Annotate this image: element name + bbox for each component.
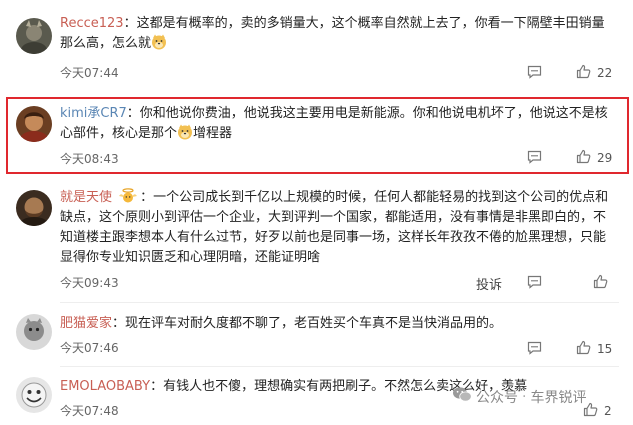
- comment-text: Recce123：这都是有概率的，卖的多销量大，这个概率自然就上去了，你看一下隔…: [60, 14, 616, 54]
- reply-button[interactable]: [527, 65, 542, 82]
- avatar[interactable]: [16, 314, 52, 350]
- comment-item: Recce123：这都是有概率的，卖的多销量大，这个概率自然就上去了，你看一下隔…: [0, 0, 633, 92]
- doge-emoji-icon: [151, 34, 167, 50]
- comment-item: kimi承CR7：你和他说你费油，他说我这主要用电是新能源。你和他说电机坏了，他…: [0, 92, 633, 176]
- like-count: 15: [597, 342, 613, 356]
- comment-item: 就是天使 ：一个公司成长到千亿以上规模的时候，任何人都能轻易的找到这个公司的优点…: [0, 176, 633, 300]
- comment-body: ：现在评车对耐久度都不聊了，老百姓买个车真不是当快消品用的。: [112, 316, 503, 331]
- comment-body: ：你和他说你费油，他说我这主要用电是新能源。你和他说电机坏了，他说这不是核心部件…: [60, 106, 608, 141]
- watermark-separator: ·: [522, 388, 527, 405]
- comment-icon: [527, 341, 542, 358]
- divider: [60, 302, 619, 303]
- like-count: 2: [604, 404, 612, 418]
- avatar[interactable]: [16, 377, 52, 413]
- comment-username[interactable]: 就是天使: [60, 190, 112, 205]
- angel-badge-icon: [118, 188, 138, 204]
- avatar[interactable]: [16, 190, 52, 226]
- comment-feed: Recce123：这都是有概率的，卖的多销量大，这个概率自然就上去了，你看一下隔…: [0, 0, 633, 425]
- like-button[interactable]: 2: [583, 402, 612, 420]
- reply-button[interactable]: [527, 275, 542, 292]
- comment-item: 肥猫爱家：现在评车对耐久度都不聊了，老百姓买个车真不是当快消品用的。 今天07:…: [0, 304, 633, 366]
- watermark: 公众号 · 车界锐评: [452, 386, 586, 407]
- thumbs-up-icon: [576, 149, 591, 167]
- thumbs-up-icon: [576, 340, 591, 358]
- like-button[interactable]: [593, 274, 608, 292]
- like-button[interactable]: 22: [576, 64, 612, 82]
- like-count: 22: [597, 66, 613, 80]
- doge-emoji-icon: [177, 124, 193, 140]
- comment-text: 肥猫爱家：现在评车对耐久度都不聊了，老百姓买个车真不是当快消品用的。: [60, 314, 616, 334]
- watermark-prefix: 公众号: [476, 389, 518, 406]
- comment-icon: [527, 275, 542, 292]
- comment-text: 就是天使 ：一个公司成长到千亿以上规模的时候，任何人都能轻易的找到这个公司的优点…: [60, 188, 616, 268]
- comment-username[interactable]: kimi承CR7: [60, 106, 127, 121]
- comment-time: 今天07:46: [60, 341, 119, 355]
- comment-username[interactable]: 肥猫爱家: [60, 316, 112, 331]
- report-button[interactable]: 投诉: [476, 274, 502, 293]
- avatar[interactable]: [16, 18, 52, 54]
- watermark-name: 车界锐评: [530, 389, 587, 406]
- comment-time: 今天08:43: [60, 152, 119, 166]
- comment-body: ：一个公司成长到千亿以上规模的时候，任何人都能轻易的找到这个公司的优点和缺点，这…: [60, 190, 609, 265]
- reply-button[interactable]: [527, 341, 542, 358]
- thumbs-up-icon: [576, 64, 591, 82]
- divider: [60, 366, 619, 367]
- like-count: 29: [597, 151, 613, 165]
- comment-body-continued: 增程器: [193, 126, 233, 141]
- comment-icon: [527, 150, 542, 167]
- comment-time: 今天09:43: [60, 276, 119, 290]
- comment-username[interactable]: Recce123: [60, 16, 124, 31]
- wechat-logo-icon: [452, 386, 472, 407]
- comment-body: ：这都是有概率的，卖的多销量大，这个概率自然就上去了，你看一下隔壁丰田销量那么高…: [60, 16, 605, 51]
- like-button[interactable]: 15: [576, 340, 612, 358]
- comment-text: kimi承CR7：你和他说你费油，他说我这主要用电是新能源。你和他说电机坏了，他…: [60, 104, 616, 144]
- avatar[interactable]: [16, 106, 52, 142]
- thumbs-up-icon: [593, 274, 608, 292]
- comment-username[interactable]: EMOLAOBABY: [60, 379, 150, 394]
- like-button[interactable]: 29: [576, 149, 612, 167]
- comment-time: 今天07:48: [60, 404, 119, 418]
- comment-time: 今天07:44: [60, 66, 119, 80]
- reply-button[interactable]: [527, 150, 542, 167]
- comment-icon: [527, 65, 542, 82]
